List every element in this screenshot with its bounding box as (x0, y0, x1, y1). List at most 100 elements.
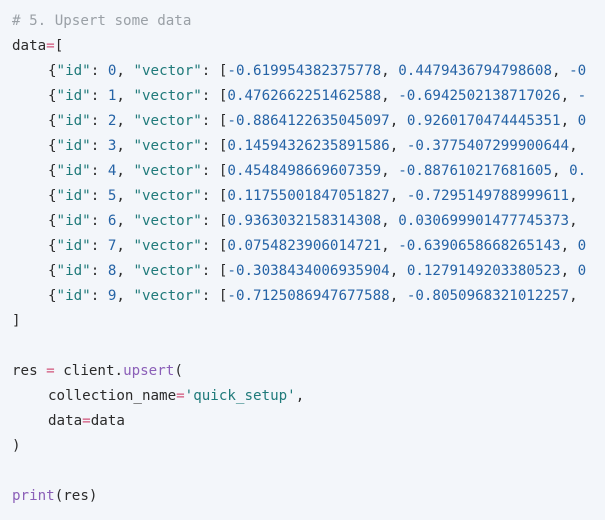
colon: : (90, 238, 108, 254)
colon-bracket: : [ (201, 113, 228, 129)
id-key: "id" (56, 238, 91, 254)
code-line-data-arg: data=data (0, 409, 605, 434)
comma: , (116, 63, 134, 79)
code-line-comment: # 5. Upsert some data (0, 9, 605, 34)
brace: { (48, 263, 57, 279)
vector-value: 0.4762662251462588 (227, 88, 382, 104)
client-object: client (63, 363, 115, 379)
comma: , (381, 238, 399, 254)
data-row: {"id": 7, "vector": [0.0754823906014721,… (0, 234, 605, 259)
comma: , (560, 238, 578, 254)
vector-value: -0.3038434006935904 (227, 263, 390, 279)
assign-operator: = (176, 388, 185, 404)
colon: : (90, 88, 108, 104)
brace: { (48, 163, 57, 179)
comma: , (381, 163, 399, 179)
data-row: {"id": 8, "vector": [-0.3038434006935904… (0, 259, 605, 284)
vector-key: "vector" (133, 288, 202, 304)
colon: : (90, 188, 108, 204)
code-line-print: print(res) (12, 488, 98, 504)
vector-value-cut: - (577, 88, 587, 104)
data-row: {"id": 6, "vector": [0.9363032158314308,… (0, 209, 605, 234)
upsert-function: upsert (123, 363, 175, 379)
brace: { (48, 188, 57, 204)
variable-name: data (12, 38, 47, 54)
colon: : (90, 288, 108, 304)
vector-key: "vector" (133, 188, 202, 204)
comma: , (116, 263, 134, 279)
data-row: {"id": 3, "vector": [0.14594326235891586… (0, 134, 605, 159)
vector-value: 0.14594326235891586 (227, 138, 390, 154)
comma: , (116, 238, 134, 254)
code-line-close-bracket: ] (0, 309, 605, 334)
comma: , (116, 113, 134, 129)
brace: { (48, 138, 57, 154)
comma: , (116, 213, 134, 229)
brace: { (48, 238, 57, 254)
vector-value: -0.7295149788999611 (406, 188, 570, 204)
close-bracket: ] (12, 313, 21, 329)
vector-value: 0.11755001847051827 (227, 188, 390, 204)
vector-value-cut: 0 (577, 113, 587, 129)
comma: , (389, 113, 407, 129)
vector-value: -0.887610217681605 (398, 163, 553, 179)
string-literal: 'quick_setup' (184, 388, 296, 404)
brace: { (48, 63, 57, 79)
colon: : (90, 113, 108, 129)
variable-name: res (12, 363, 38, 379)
data-rows: {"id": 0, "vector": [-0.619954382375778,… (0, 59, 605, 309)
vector-value: -0.7125086947677588 (227, 288, 390, 304)
colon-bracket: : [ (201, 163, 228, 179)
colon-bracket: : [ (201, 213, 228, 229)
comma: , (116, 138, 134, 154)
colon-bracket: : [ (201, 238, 228, 254)
comma: , (381, 63, 399, 79)
id-key: "id" (56, 213, 91, 229)
brace: { (48, 113, 57, 129)
colon-bracket: : [ (201, 88, 228, 104)
vector-value: 0.1279149203380523 (406, 263, 561, 279)
data-row: {"id": 1, "vector": [0.4762662251462588,… (0, 84, 605, 109)
comma: , (381, 88, 399, 104)
colon-bracket: : [ (201, 63, 228, 79)
comma: , (569, 188, 587, 204)
comma: , (116, 88, 134, 104)
print-function: print (12, 488, 55, 504)
comma: , (389, 188, 407, 204)
code-line-close-paren: ) (12, 438, 21, 454)
id-key: "id" (56, 138, 91, 154)
vector-value: 0.9260170474445351 (406, 113, 561, 129)
vector-key: "vector" (133, 163, 202, 179)
vector-value: 0.4479436794798608 (398, 63, 553, 79)
data-row: {"id": 4, "vector": [0.4548498669607359,… (0, 159, 605, 184)
colon-bracket: : [ (201, 138, 228, 154)
comma: , (552, 63, 570, 79)
vector-value-cut: 0 (577, 263, 587, 279)
vector-key: "vector" (133, 63, 202, 79)
vector-key: "vector" (133, 213, 202, 229)
colon: : (90, 63, 108, 79)
id-key: "id" (56, 288, 91, 304)
param-name: data (48, 413, 83, 429)
code-block: # 5. Upsert some data data=[ {"id": 0, "… (0, 0, 605, 520)
data-row: {"id": 5, "vector": [0.11755001847051827… (0, 184, 605, 209)
vector-value-cut: -0 (569, 63, 587, 79)
comma: , (116, 163, 134, 179)
brace: { (48, 213, 57, 229)
vector-value: -0.8864122635045097 (227, 113, 390, 129)
vector-value: -0.8050968321012257 (406, 288, 570, 304)
colon: : (90, 163, 108, 179)
vector-value-cut: 0 (577, 238, 587, 254)
vector-key: "vector" (133, 263, 202, 279)
id-key: "id" (56, 263, 91, 279)
colon-bracket: : [ (201, 188, 228, 204)
colon-bracket: : [ (201, 263, 228, 279)
comma: , (560, 263, 578, 279)
data-row: {"id": 0, "vector": [-0.619954382375778,… (0, 59, 605, 84)
id-key: "id" (56, 63, 91, 79)
comma: , (569, 288, 587, 304)
vector-value: -0.619954382375778 (227, 63, 382, 79)
vector-key: "vector" (133, 88, 202, 104)
